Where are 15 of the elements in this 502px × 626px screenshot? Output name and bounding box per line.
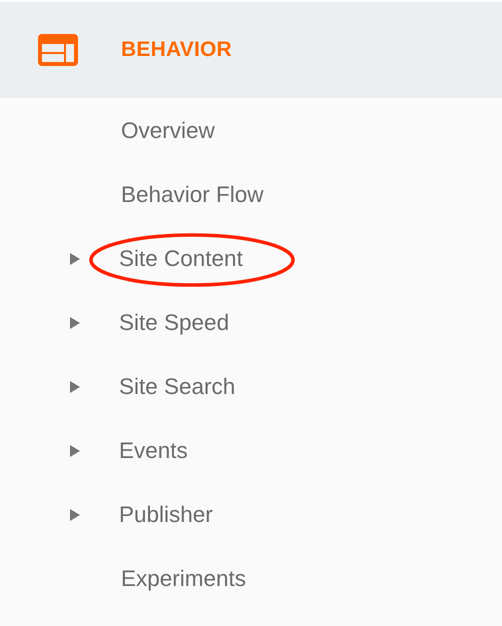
expand-arrow-icon[interactable] (70, 381, 80, 393)
section-title: BEHAVIOR (121, 38, 232, 62)
nav-link[interactable]: Overview (121, 118, 215, 144)
nav-link[interactable]: Site Content (119, 246, 243, 272)
nav-link[interactable]: Publisher (119, 502, 213, 528)
nav-link[interactable]: Experiments (121, 566, 246, 592)
expand-arrow-icon[interactable] (70, 253, 80, 265)
nav-link[interactable]: Site Speed (119, 310, 230, 336)
expand-arrow-icon[interactable] (70, 317, 80, 329)
nav-link[interactable]: Events (119, 438, 188, 464)
expand-arrow-icon[interactable] (70, 445, 80, 457)
expand-arrow-icon[interactable] (70, 509, 80, 521)
nav-link[interactable]: Behavior Flow (121, 182, 264, 208)
nav-link[interactable]: Site Search (119, 374, 236, 400)
layout-icon (38, 34, 78, 66)
